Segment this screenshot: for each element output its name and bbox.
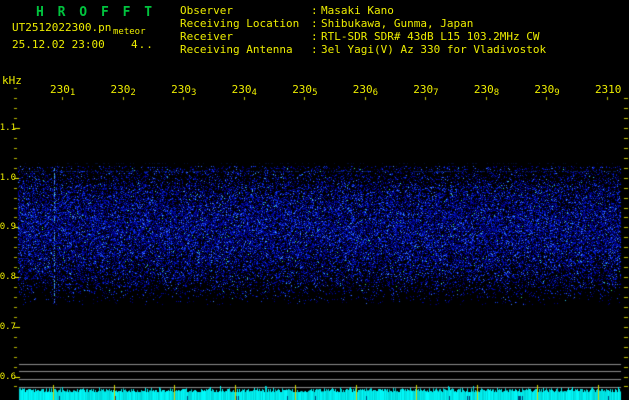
freq-tick-label: 1.0: [0, 172, 16, 183]
freq-tick-label: 0.9: [0, 222, 16, 233]
info-separator: :: [311, 17, 318, 30]
time-tick-label: 2303: [171, 83, 197, 98]
receiver-info: Observer: Masaki Kano Receiving Location: S…: [180, 4, 546, 56]
freq-unit-label: kHz: [2, 74, 22, 87]
info-row: Receiver: RTL-SDR SDR# 43dB L15 103.2MHz …: [180, 30, 546, 43]
datetime-label: 25.12.02 23:00: [12, 38, 105, 51]
freq-tick-label: 1.1: [0, 123, 16, 133]
info-separator: :: [311, 4, 318, 17]
freq-tick-label: 0.7: [0, 321, 16, 332]
info-value: 3el Yagi(V) Az 330 for Vladivostok: [321, 43, 547, 56]
observation-mode-label: meteor: [113, 27, 146, 37]
time-tick-label: 2308: [473, 83, 500, 98]
info-value: RTL-SDR SDR# 43dB L15 103.2MHz CW: [321, 30, 540, 43]
time-tick-label: 2309: [534, 83, 560, 98]
time-tick-label: 2310: [594, 83, 622, 96]
time-tick-label: 2305: [292, 83, 318, 98]
info-row: Observer: Masaki Kano: [180, 4, 546, 17]
time-tick-label: 2301: [50, 83, 76, 98]
info-label: Receiving Location: [180, 17, 300, 30]
info-row: Receiving Location: Shibukawa, Gunma, Jap…: [180, 17, 546, 30]
info-value: Shibukawa, Gunma, Japan: [321, 17, 474, 30]
counter-label: 4..: [131, 38, 154, 51]
time-tick-label: 2307: [413, 83, 439, 98]
info-label: Receiving Antenna: [180, 43, 293, 56]
time-tick-label: 2304: [231, 83, 257, 98]
spectrogram-canvas: [0, 0, 629, 400]
freq-tick-label: 0.6: [0, 371, 16, 382]
app-title: H R O F F T: [36, 5, 156, 20]
info-separator: :: [311, 30, 318, 43]
time-tick-label: 2306: [352, 83, 379, 98]
time-tick-label: 2302: [110, 83, 136, 98]
capture-filename: UT2512022300.pn: [12, 21, 112, 34]
hrofft-window: H R O F F T UT2512022300.pn meteor 25.12…: [0, 0, 629, 400]
info-row: Receiving Antenna:3el Yagi(V) Az 330 for…: [180, 43, 546, 56]
info-value: Masaki Kano: [321, 4, 394, 17]
info-separator: :: [311, 43, 318, 56]
freq-tick-label: 0.8: [0, 272, 16, 283]
info-label: Receiver: [180, 30, 233, 43]
info-label: Observer: [180, 4, 233, 17]
